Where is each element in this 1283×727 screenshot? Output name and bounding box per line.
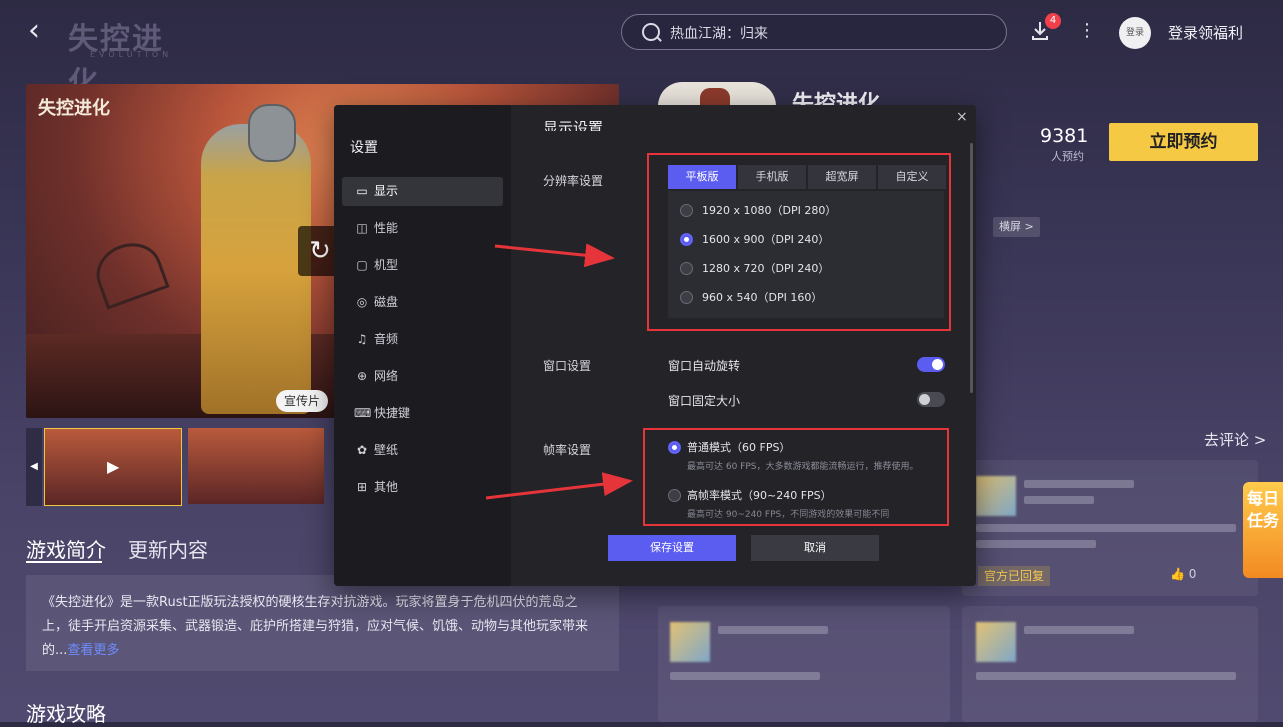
- tab-updates[interactable]: 更新内容: [128, 534, 208, 563]
- close-icon[interactable]: ×: [956, 109, 968, 125]
- sidebar-item-1[interactable]: ◫ 性能: [342, 214, 503, 243]
- toggle-knob: [919, 394, 930, 405]
- blurred-text: [1024, 626, 1134, 634]
- reserve-button[interactable]: 立即预约: [1109, 123, 1258, 161]
- sidebar-item-7[interactable]: ✿ 壁纸: [342, 436, 503, 465]
- guide-title: 游戏攻略: [26, 702, 106, 726]
- search-icon: [642, 23, 660, 41]
- tab-underline: [26, 561, 102, 563]
- comment-card[interactable]: [962, 606, 1258, 722]
- sidebar-item-4[interactable]: ♫ 音频: [342, 325, 503, 354]
- scrollbar[interactable]: [970, 143, 973, 393]
- download-badge: 4: [1045, 13, 1061, 29]
- like-count-value: 0: [1188, 567, 1197, 581]
- back-icon[interactable]: ‹: [28, 16, 56, 46]
- sidebar-item-label: 磁盘: [374, 295, 399, 309]
- sidebar-item-8[interactable]: ⊞ 其他: [342, 473, 503, 502]
- performance-icon: ◫: [356, 221, 368, 235]
- fixed-size-label: 窗口固定大小: [668, 394, 741, 408]
- toggle-knob: [932, 359, 943, 370]
- blurred-text: [670, 672, 820, 680]
- video-tag: 宣传片: [276, 390, 329, 412]
- network-icon: ⊕: [356, 369, 368, 383]
- app-logo: 失控进化 EVOLUTION: [68, 14, 178, 101]
- thumb-prev-icon[interactable]: ◀: [26, 428, 42, 506]
- go-comment-link[interactable]: 去评论 >: [1204, 429, 1266, 450]
- sidebar-item-2[interactable]: ▢ 机型: [342, 251, 503, 280]
- daily-mission-badge[interactable]: 每日任务: [1243, 482, 1283, 578]
- description-box: 《失控进化》是一款Rust正版玩法授权的硬核生存对抗游戏。玩家将置身于危机四伏的…: [26, 575, 619, 671]
- thumbnail-image[interactable]: [188, 428, 324, 504]
- comment-card[interactable]: [658, 606, 950, 722]
- more-menu-icon[interactable]: ⋮: [1078, 20, 1096, 42]
- settings-sidebar: 设置 ▭ 显示 ◫ 性能 ▢ 机型 ◎ 磁盘 ♫ 音频 ⊕ 网络 ⌨ 快捷键 ✿ 壁纸 ⊞ 其他: [334, 105, 511, 586]
- play-icon: ▶: [107, 457, 120, 476]
- login-button[interactable]: 登录领福利: [1168, 22, 1243, 43]
- auto-rotate-toggle[interactable]: [917, 357, 945, 372]
- sidebar-item-5[interactable]: ⊕ 网络: [342, 362, 503, 391]
- logo-subtitle: EVOLUTION: [90, 50, 173, 59]
- keyboard-icon: ⌨: [354, 406, 372, 420]
- disk-icon: ◎: [356, 295, 368, 309]
- landscape-tag[interactable]: 横屏 >: [993, 217, 1040, 237]
- sidebar-item-6[interactable]: ⌨ 快捷键: [342, 399, 503, 428]
- annotation-box-framerate: [643, 428, 949, 526]
- blurred-text: [976, 524, 1236, 532]
- annotation-box-resolution: [647, 153, 951, 331]
- sidebar-item-label: 网络: [374, 369, 399, 383]
- sidebar-item-3[interactable]: ◎ 磁盘: [342, 288, 503, 317]
- window-label: 窗口设置: [543, 359, 592, 373]
- sidebar-item-label: 性能: [374, 221, 399, 235]
- search-input[interactable]: 热血江湖：归来: [670, 23, 768, 43]
- sidebar-item-0[interactable]: ▭ 显示: [342, 177, 503, 206]
- sidebar-item-label: 显示: [374, 184, 399, 198]
- commenter-avatar: [670, 622, 710, 662]
- auto-rotate-label: 窗口自动旋转: [668, 359, 741, 373]
- description-text: 《失控进化》是一款Rust正版玩法授权的硬核生存对抗游戏。玩家将置身于危机四伏的…: [42, 595, 589, 658]
- video-logo: 失控进化: [38, 98, 110, 119]
- section-heading: 显示设置: [543, 119, 604, 131]
- blurred-text: [718, 626, 828, 634]
- scene-helmet: [248, 104, 296, 162]
- cancel-button[interactable]: 取消: [751, 535, 879, 561]
- reserve-count: 9381: [1040, 125, 1089, 147]
- audio-icon: ♫: [356, 332, 368, 346]
- sidebar-item-label: 机型: [374, 258, 399, 272]
- official-reply-badge: 官方已回复: [978, 566, 1051, 586]
- commenter-avatar: [976, 622, 1016, 662]
- monitor-icon: ▭: [356, 184, 368, 198]
- device-icon: ▢: [356, 258, 368, 272]
- sidebar-item-label: 快捷键: [374, 406, 411, 420]
- blurred-text: [976, 672, 1236, 680]
- see-more-link[interactable]: 查看更多: [67, 643, 119, 658]
- framerate-label: 帧率设置: [543, 443, 592, 457]
- sidebar-item-label: 音频: [374, 332, 399, 346]
- blurred-text: [1024, 480, 1134, 488]
- fixed-size-toggle[interactable]: [917, 392, 945, 407]
- commenter-avatar: [976, 476, 1016, 516]
- thumbnail-strip: ◀ ▶: [26, 428, 332, 506]
- resolution-label: 分辨率设置: [543, 174, 604, 188]
- blurred-text: [976, 540, 1096, 548]
- save-button[interactable]: 保存设置: [608, 535, 736, 561]
- thumbnail-video[interactable]: ▶: [44, 428, 182, 506]
- top-bar: ‹ 失控进化 EVOLUTION 热血江湖：归来 4 ⋮ 登录 登录领福利: [0, 0, 1283, 101]
- blurred-text: [1024, 496, 1094, 504]
- sidebar-item-label: 其他: [374, 480, 399, 494]
- sidebar-item-label: 壁纸: [374, 443, 399, 457]
- avatar[interactable]: 登录: [1119, 17, 1151, 49]
- wallpaper-icon: ✿: [356, 443, 368, 457]
- like-count[interactable]: 👍 0: [1170, 567, 1196, 581]
- scene-dish: [88, 234, 170, 310]
- search-bar[interactable]: 热血江湖：归来: [621, 14, 1007, 50]
- tab-intro[interactable]: 游戏简介: [26, 534, 106, 563]
- reserve-count-label: 人预约: [1051, 150, 1084, 163]
- scene-character: [201, 124, 311, 414]
- other-icon: ⊞: [356, 480, 368, 494]
- settings-title: 设置: [350, 140, 378, 156]
